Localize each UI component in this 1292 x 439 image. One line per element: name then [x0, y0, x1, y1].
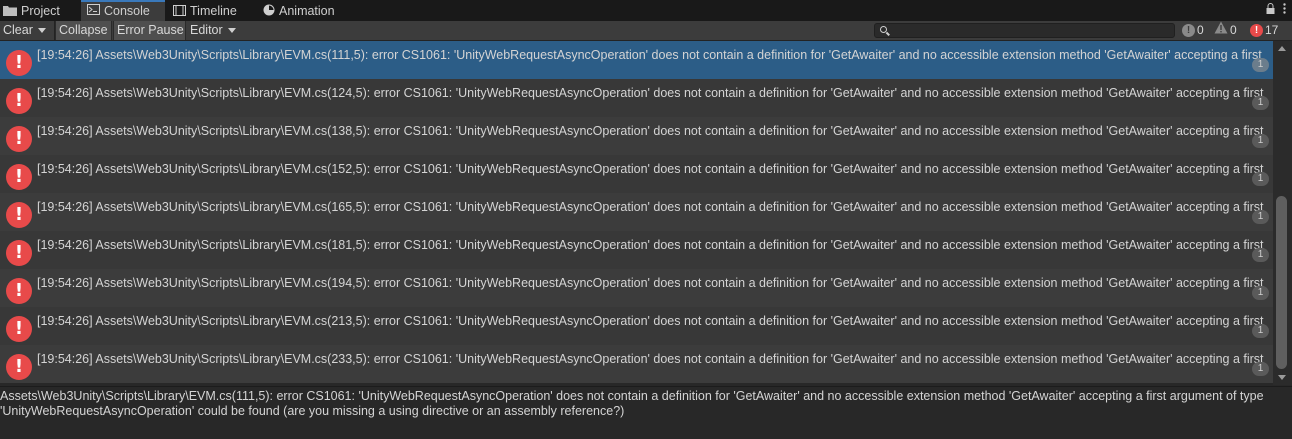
log-entry[interactable]: ! [19:54:26] Assets\Web3Unity\Scripts\Li…: [0, 193, 1273, 231]
detail-line-2: 'UnityWebRequestAsyncOperation' could be…: [0, 404, 625, 418]
scroll-up-icon[interactable]: [1278, 46, 1286, 51]
log-message: [19:54:26] Assets\Web3Unity\Scripts\Libr…: [37, 200, 1264, 214]
clear-button[interactable]: Clear: [0, 21, 54, 40]
log-entry[interactable]: ! [19:54:26] Assets\Web3Unity\Scripts\Li…: [0, 345, 1273, 383]
log-entry[interactable]: ! [19:54:26] Assets\Web3Unity\Scripts\Li…: [0, 307, 1273, 345]
tab-bar-controls: [1266, 3, 1286, 17]
tab-animation[interactable]: Animation: [263, 0, 353, 21]
log-message: [19:54:26] Assets\Web3Unity\Scripts\Libr…: [37, 276, 1264, 290]
warning-count: 0: [1230, 23, 1237, 37]
log-message: [19:54:26] Assets\Web3Unity\Scripts\Libr…: [37, 352, 1264, 366]
collapse-count-badge: 1: [1252, 172, 1269, 186]
clear-dropdown-icon[interactable]: [37, 28, 46, 34]
tab-timeline-label: Timeline: [190, 4, 237, 18]
window-tab-bar: Project Console Timeline Animation: [0, 0, 1292, 22]
clear-label: Clear: [3, 23, 33, 37]
error-icon: !: [6, 164, 32, 190]
log-message: [19:54:26] Assets\Web3Unity\Scripts\Libr…: [37, 314, 1264, 328]
log-message: [19:54:26] Assets\Web3Unity\Scripts\Libr…: [37, 48, 1262, 62]
error-count-toggle[interactable]: ! 17: [1250, 21, 1278, 40]
animation-icon: [263, 1, 275, 23]
collapse-count-badge: 1: [1252, 210, 1269, 224]
timeline-icon: [173, 1, 186, 23]
log-entry[interactable]: ! [19:54:26] Assets\Web3Unity\Scripts\Li…: [0, 79, 1273, 117]
tab-timeline[interactable]: Timeline: [173, 0, 253, 21]
vertical-scrollbar[interactable]: [1273, 41, 1292, 385]
log-entry[interactable]: ! [19:54:26] Assets\Web3Unity\Scripts\Li…: [0, 155, 1273, 193]
error-icon: !: [6, 88, 32, 114]
log-entry[interactable]: ! [19:54:26] Assets\Web3Unity\Scripts\Li…: [0, 269, 1273, 307]
info-count-toggle[interactable]: ! 0: [1182, 21, 1204, 40]
log-entry[interactable]: ! [19:54:26] Assets\Web3Unity\Scripts\Li…: [0, 117, 1273, 155]
error-pause-toggle[interactable]: Error Pause: [113, 21, 186, 40]
scroll-down-icon[interactable]: [1278, 375, 1286, 380]
log-message: [19:54:26] Assets\Web3Unity\Scripts\Libr…: [37, 238, 1264, 252]
log-detail-pane[interactable]: Assets\Web3Unity\Scripts\Library\EVM.cs(…: [0, 386, 1292, 439]
info-icon: !: [1182, 24, 1195, 37]
error-icon: !: [1250, 24, 1263, 37]
console-toolbar: Clear Collapse Error Pause Editor ! 0 0 …: [0, 21, 1292, 41]
log-message: [19:54:26] Assets\Web3Unity\Scripts\Libr…: [37, 124, 1264, 138]
console-icon: [87, 2, 100, 21]
collapse-count-badge: 1: [1252, 324, 1269, 338]
warning-icon: [1214, 21, 1228, 40]
error-icon: !: [6, 126, 32, 152]
search-icon: [880, 26, 887, 33]
log-entry[interactable]: ! [19:54:26] Assets\Web3Unity\Scripts\Li…: [0, 231, 1273, 269]
scrollbar-thumb[interactable]: [1276, 196, 1287, 369]
warning-count-toggle[interactable]: 0: [1214, 21, 1237, 40]
kebab-menu-icon[interactable]: [1283, 3, 1286, 17]
console-log-list[interactable]: ! [19:54:26] Assets\Web3Unity\Scripts\Li…: [0, 41, 1273, 385]
collapse-count-badge: 1: [1252, 134, 1269, 148]
collapse-count-badge: 1: [1252, 286, 1269, 300]
error-icon: !: [6, 202, 32, 228]
editor-label: Editor: [190, 23, 223, 37]
collapse-count-badge: 1: [1252, 96, 1269, 110]
error-icon: !: [6, 316, 32, 342]
tab-animation-label: Animation: [279, 4, 335, 18]
log-entry[interactable]: ! [19:54:26] Assets\Web3Unity\Scripts\Li…: [0, 41, 1273, 79]
collapse-count-badge: 1: [1252, 58, 1269, 72]
error-icon: !: [6, 50, 32, 76]
folder-icon: [3, 1, 17, 23]
info-count: 0: [1197, 23, 1204, 37]
error-icon: !: [6, 278, 32, 304]
collapse-count-badge: 1: [1252, 248, 1269, 262]
tab-project-label: Project: [21, 4, 60, 18]
tab-console-label: Console: [104, 4, 150, 18]
collapse-toggle[interactable]: Collapse: [55, 21, 112, 40]
lock-icon[interactable]: [1266, 3, 1275, 17]
collapse-count-badge: 1: [1252, 362, 1269, 376]
tab-console[interactable]: Console: [81, 0, 165, 21]
editor-dropdown-icon: [227, 28, 236, 34]
log-message: [19:54:26] Assets\Web3Unity\Scripts\Libr…: [37, 162, 1264, 176]
search-input[interactable]: [874, 23, 1175, 38]
error-icon: !: [6, 354, 32, 380]
log-message: [19:54:26] Assets\Web3Unity\Scripts\Libr…: [37, 86, 1264, 100]
editor-dropdown[interactable]: Editor: [187, 21, 237, 40]
tab-project[interactable]: Project: [3, 0, 73, 21]
error-icon: !: [6, 240, 32, 266]
detail-line-1: Assets\Web3Unity\Scripts\Library\EVM.cs(…: [0, 389, 1264, 403]
error-count: 17: [1265, 23, 1279, 37]
